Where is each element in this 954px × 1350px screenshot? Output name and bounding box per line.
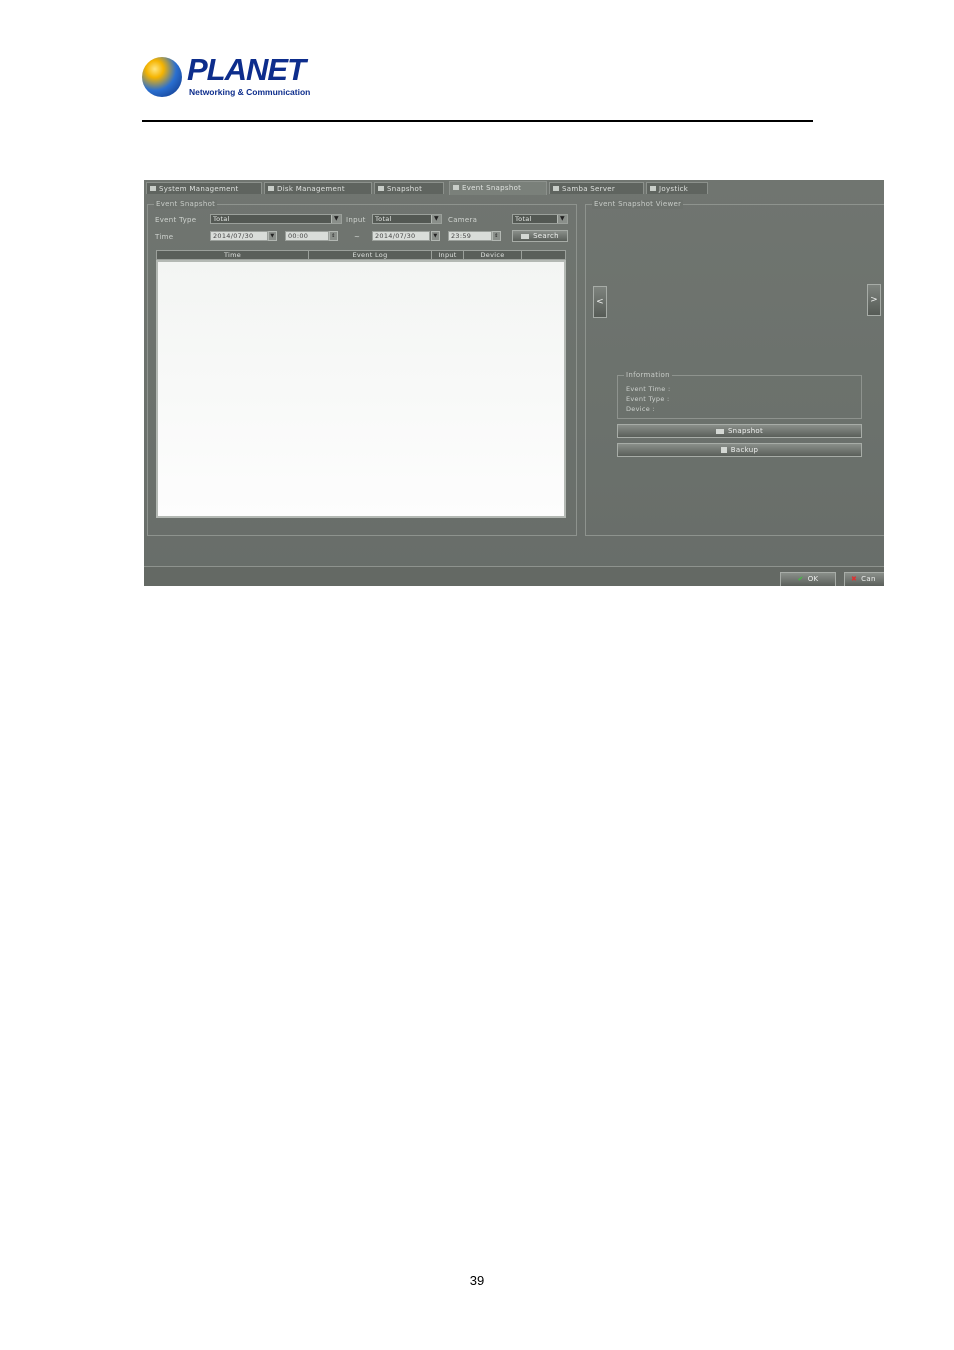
button-label: Snapshot	[727, 427, 764, 435]
tab-joystick[interactable]: Joystick	[646, 182, 708, 194]
tab-label: Samba Server	[562, 185, 616, 193]
event-type-select[interactable]: Total ▼	[210, 214, 342, 224]
input-label: Input	[346, 216, 366, 224]
chevron-down-icon: ▼	[431, 215, 441, 223]
select-value: Total	[375, 215, 392, 223]
end-time-stepper[interactable]: ⇕	[492, 231, 501, 241]
tab-label: Joystick	[659, 185, 689, 193]
column-device[interactable]: Device	[464, 251, 522, 259]
button-label: Search	[533, 232, 559, 240]
tab-label: Snapshot	[387, 185, 423, 193]
event-time-label: Event Time :	[626, 385, 671, 393]
start-time-stepper[interactable]: ⇕	[329, 231, 338, 241]
button-label: Can	[861, 575, 876, 583]
checkmark-icon: ✔	[797, 575, 804, 583]
system-icon	[150, 186, 156, 191]
close-icon: ✖	[851, 575, 858, 583]
event-snapshot-viewer-group: Event Snapshot Viewer	[585, 200, 884, 536]
start-date-dropdown[interactable]: ▼	[268, 231, 277, 241]
tab-label: Event Snapshot	[462, 184, 522, 192]
device-label: Device :	[626, 405, 655, 413]
column-input[interactable]: Input	[432, 251, 464, 259]
input-select[interactable]: Total ▼	[372, 214, 442, 224]
event-type-label: Event Type	[155, 216, 197, 224]
logo-wordmark: PLANET	[187, 52, 306, 87]
search-icon	[521, 233, 530, 239]
planet-globe-icon	[142, 57, 182, 97]
start-time-field[interactable]: 00:00	[285, 231, 329, 241]
event-snapshot-icon	[453, 185, 459, 190]
cancel-button[interactable]: ✖ Can	[844, 572, 884, 586]
disk-icon	[268, 186, 274, 191]
backup-icon	[720, 447, 727, 453]
camera-select[interactable]: Total ▼	[512, 214, 568, 224]
chevron-down-icon: ▼	[557, 215, 567, 223]
time-label: Time	[155, 233, 174, 241]
group-title: Information	[624, 371, 672, 380]
end-time-field[interactable]: 23:59	[448, 231, 492, 241]
page-number: 39	[469, 1273, 485, 1288]
tab-snapshot[interactable]: Snapshot	[374, 182, 444, 194]
camera-label: Camera	[448, 216, 478, 224]
previous-snapshot-button[interactable]: <	[593, 286, 607, 318]
information-group: Information Event Time : Event Type : De…	[617, 371, 862, 419]
header-rule	[142, 120, 813, 122]
ok-button[interactable]: ✔ OK	[780, 572, 836, 586]
snapshot-button[interactable]: Snapshot	[617, 424, 862, 438]
snapshot-icon	[715, 428, 724, 434]
select-value: Total	[515, 215, 532, 223]
group-title: Event Snapshot Viewer	[592, 200, 684, 209]
start-date-field[interactable]: 2014/07/30	[210, 231, 268, 241]
button-label: Backup	[730, 446, 759, 454]
event-table-header: Time Event Log Input Device	[156, 250, 566, 260]
end-date-dropdown[interactable]: ▼	[431, 231, 440, 241]
tab-system-management[interactable]: System Management	[146, 182, 262, 194]
group-title: Event Snapshot	[154, 200, 218, 209]
logo-tagline: Networking & Communication	[189, 87, 311, 97]
snapshot-icon	[378, 186, 384, 191]
tab-event-snapshot[interactable]: Event Snapshot	[449, 181, 547, 195]
chevron-down-icon: ▼	[331, 215, 341, 223]
tab-disk-management[interactable]: Disk Management	[264, 182, 372, 194]
joystick-icon	[650, 186, 656, 191]
column-event-log[interactable]: Event Log	[309, 251, 432, 259]
range-separator: ~	[354, 233, 361, 241]
server-icon	[553, 186, 559, 191]
search-button[interactable]: Search	[512, 230, 568, 242]
tab-samba-server[interactable]: Samba Server	[549, 182, 644, 194]
button-label: OK	[807, 575, 819, 583]
select-value: Total	[213, 215, 230, 223]
tab-label: Disk Management	[277, 185, 345, 193]
end-date-field[interactable]: 2014/07/30	[372, 231, 430, 241]
tab-label: System Management	[159, 185, 239, 193]
event-snapshot-screenshot: System Management Disk Management Snapsh…	[144, 180, 884, 586]
dialog-footer: ✔ OK ✖ Can	[144, 566, 884, 586]
event-table-body[interactable]	[156, 260, 566, 518]
next-snapshot-button[interactable]: >	[867, 284, 881, 316]
tab-bar: System Management Disk Management Snapsh…	[144, 181, 884, 195]
planet-logo: PLANET Networking & Communication	[142, 52, 312, 100]
column-time[interactable]: Time	[157, 251, 309, 259]
event-type-info-label: Event Type :	[626, 395, 670, 403]
backup-button[interactable]: Backup	[617, 443, 862, 457]
